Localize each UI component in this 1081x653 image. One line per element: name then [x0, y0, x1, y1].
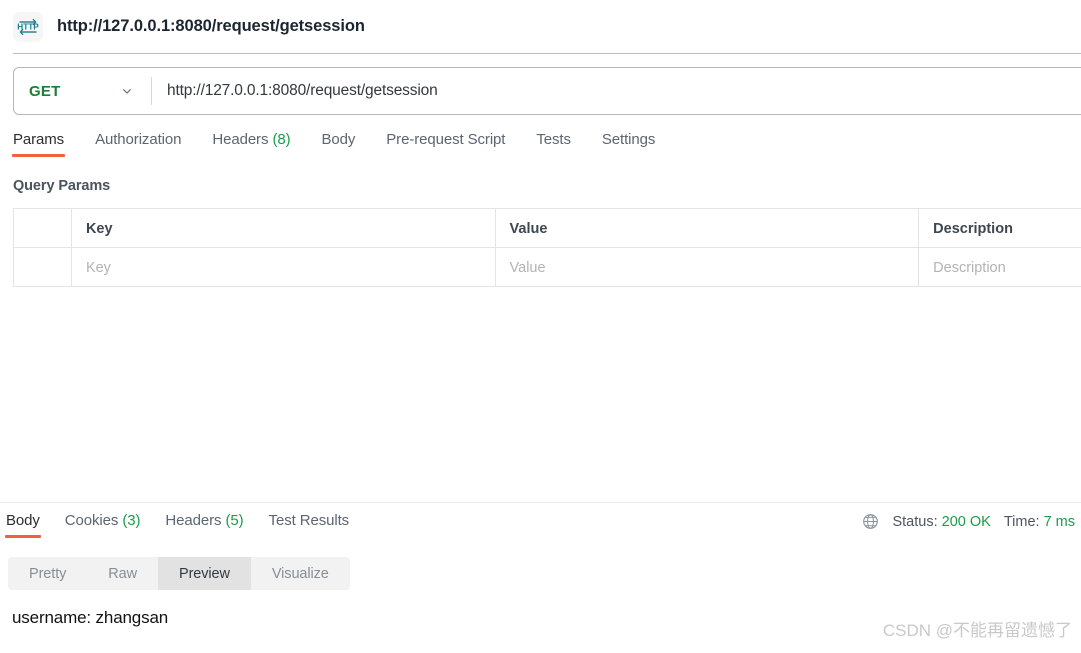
request-tabs: Params Authorization Headers (8) Body Pr…: [11, 131, 656, 164]
response-view-mode-control: Pretty Raw Preview Visualize: [8, 557, 350, 590]
http-protocol-icon-glyph: HTTP: [17, 18, 39, 35]
status-label: Status:: [892, 513, 938, 530]
url-input[interactable]: [152, 68, 1081, 114]
table-header-row: Key Value Description: [14, 209, 1081, 248]
query-params-title: Query Params: [13, 178, 111, 194]
watermark: CSDN @不能再留遗憾了: [882, 621, 1072, 640]
titlebar-divider: [13, 53, 1081, 54]
status-group: Status: 200 OK: [892, 514, 990, 530]
tab-body[interactable]: Body: [321, 131, 355, 157]
http-protocol-icon: HTTP: [13, 11, 43, 42]
tab-settings[interactable]: Settings: [601, 131, 656, 157]
response-tabs: Body Cookies (3) Headers (5) Test Result…: [5, 512, 374, 545]
time-group: Time: 7 ms: [1004, 514, 1075, 530]
request-url-bar: GET: [13, 67, 1081, 115]
tab-settings-label: Settings: [601, 131, 656, 148]
response-tab-cookies-label: Cookies: [64, 512, 119, 529]
response-tab-body[interactable]: Body: [5, 512, 41, 538]
tab-tests-label: Tests: [536, 131, 571, 148]
row-value-cell[interactable]: Value: [496, 248, 920, 287]
page-title: http://127.0.0.1:8080/request/getsession: [57, 17, 365, 35]
column-header-value: Value: [496, 209, 920, 248]
query-params-table: Key Value Description Key Value Descript…: [13, 208, 1081, 287]
response-tab-test-results-label: Test Results: [268, 512, 350, 529]
response-body-preview: username: zhangsan: [12, 608, 169, 627]
tab-pre-request-script[interactable]: Pre-request Script: [386, 131, 505, 157]
tab-headers-count: (8): [272, 131, 291, 148]
http-method-label: GET: [29, 82, 61, 100]
row-key-cell[interactable]: Key: [72, 248, 496, 287]
response-tab-headers-label: Headers: [165, 512, 222, 529]
row-description-cell[interactable]: Description: [919, 248, 1081, 287]
tab-headers[interactable]: Headers (8): [212, 131, 290, 157]
globe-icon[interactable]: [862, 513, 879, 530]
response-tab-headers-count: (5): [225, 512, 244, 529]
view-mode-raw[interactable]: Raw: [87, 557, 158, 590]
table-row[interactable]: Key Value Description: [14, 248, 1081, 287]
tab-body-label: Body: [321, 131, 356, 148]
view-mode-preview[interactable]: Preview: [158, 557, 251, 590]
titlebar: HTTP http://127.0.0.1:8080/request/getse…: [0, 0, 1081, 53]
tab-params[interactable]: Params: [11, 131, 66, 157]
column-header-key: Key: [72, 209, 496, 248]
column-header-checkbox: [14, 209, 72, 248]
tab-pre-request-script-label: Pre-request Script: [386, 131, 506, 148]
response-tab-headers[interactable]: Headers (5): [165, 512, 243, 538]
tab-authorization-label: Authorization: [95, 131, 182, 148]
chevron-down-icon: [122, 88, 132, 94]
tab-tests[interactable]: Tests: [536, 131, 571, 157]
time-value: 7 ms: [1043, 513, 1075, 530]
time-label: Time:: [1003, 513, 1040, 530]
column-header-description: Description: [919, 209, 1081, 248]
svg-text:HTTP: HTTP: [17, 22, 39, 31]
response-tab-cookies-count: (3): [122, 512, 141, 529]
response-tab-test-results[interactable]: Test Results: [269, 512, 350, 538]
view-mode-pretty[interactable]: Pretty: [8, 557, 87, 590]
postman-request-window: HTTP http://127.0.0.1:8080/request/getse…: [0, 0, 1081, 653]
tab-params-label: Params: [13, 131, 65, 148]
http-method-selector[interactable]: GET: [14, 68, 151, 114]
status-value: 200 OK: [941, 513, 991, 530]
response-tab-body-label: Body: [6, 512, 40, 529]
tab-headers-label: Headers: [212, 131, 269, 148]
row-checkbox-cell[interactable]: [14, 248, 72, 287]
response-divider: [0, 502, 1081, 503]
view-mode-visualize[interactable]: Visualize: [251, 557, 350, 590]
response-tab-cookies[interactable]: Cookies (3): [65, 512, 141, 538]
response-meta: Status: 200 OK Time: 7 ms: [862, 513, 1075, 530]
tab-authorization[interactable]: Authorization: [95, 131, 181, 157]
